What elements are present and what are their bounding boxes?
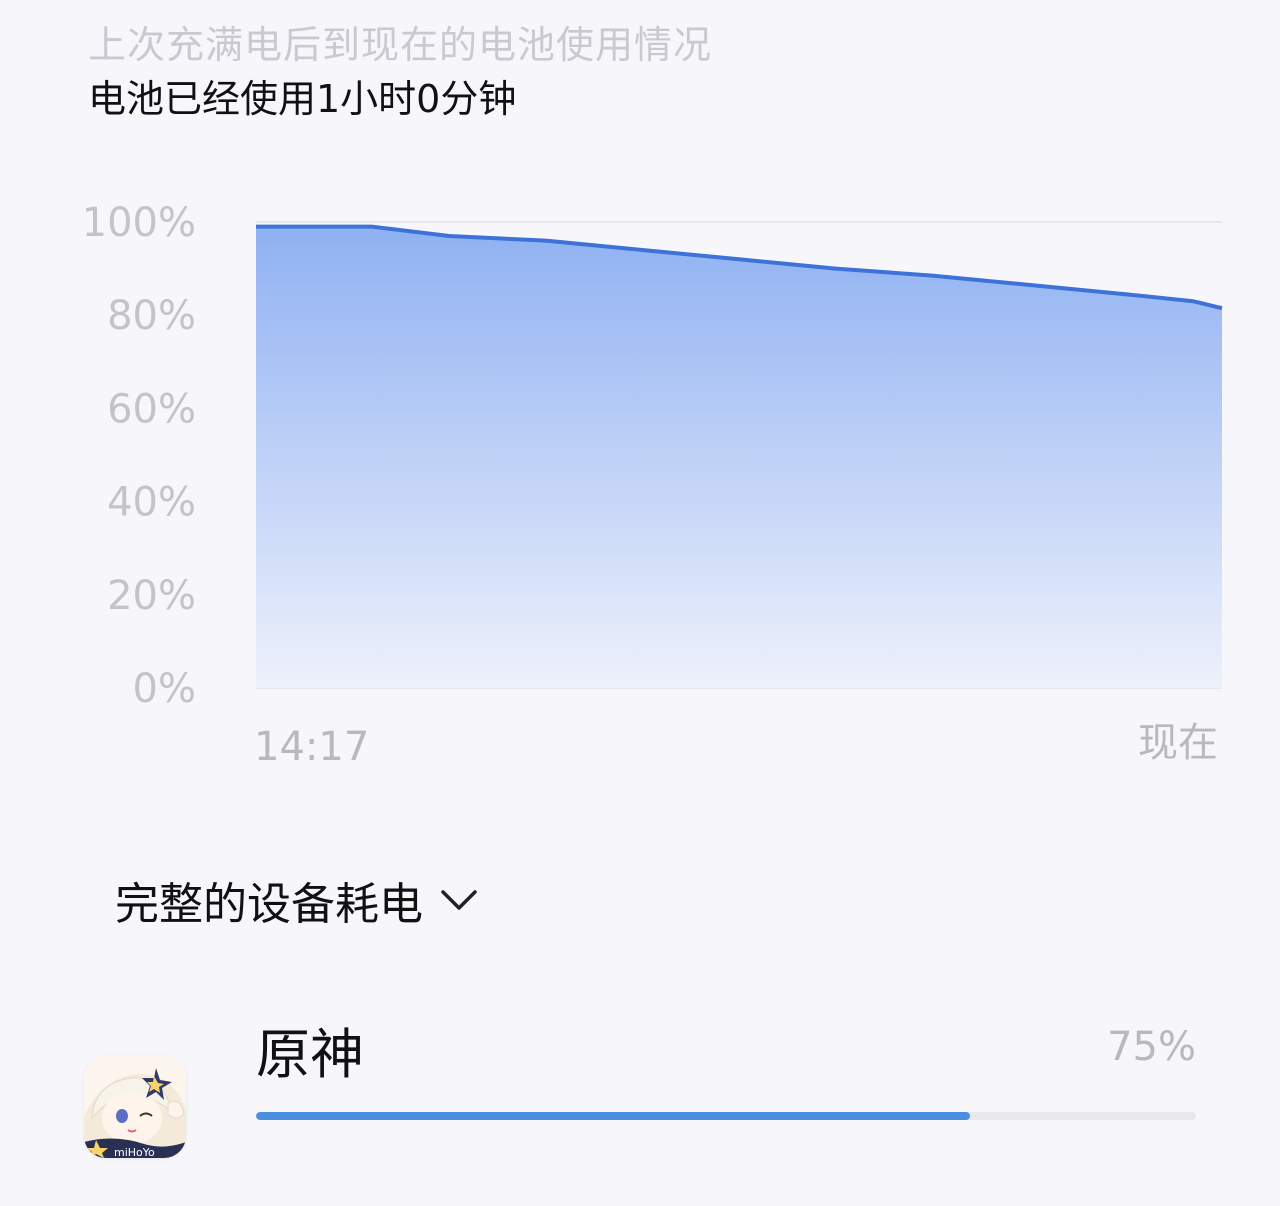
x-axis: 14:17 现在 xyxy=(254,720,1218,770)
app-usage-bar xyxy=(256,1112,1196,1120)
app-usage-percent: 75% xyxy=(1107,1024,1196,1070)
battery-area-fill xyxy=(256,226,1222,688)
device-usage-toggle-label: 完整的设备耗电 xyxy=(115,879,423,930)
chart-area-layer xyxy=(256,224,1223,688)
y-axis: 100% 80% 60% 40% 20% 0% xyxy=(82,200,196,712)
y-tick-label: 100% xyxy=(82,200,196,246)
battery-usage-summary: 电池已经使用1小时0分钟 xyxy=(88,77,517,121)
y-tick-label: 20% xyxy=(107,573,196,619)
y-tick-label: 60% xyxy=(107,386,196,432)
genshin-app-icon: miHoYo xyxy=(84,1056,186,1158)
app-name: 原神 xyxy=(256,1023,364,1086)
y-tick-label: 80% xyxy=(107,293,196,339)
x-tick-label-end: 现在 xyxy=(1138,720,1218,766)
y-tick-label: 0% xyxy=(133,666,196,712)
app-icon-brand-text: miHoYo xyxy=(114,1146,155,1158)
app-usage-bar-fill xyxy=(256,1112,971,1120)
battery-chart: 100% 80% 60% 40% 20% 0% 14:17 现在 xyxy=(0,180,1280,780)
battery-chart-svg: 100% 80% 60% 40% 20% 0% 14:17 现在 xyxy=(82,200,1223,770)
chevron-down-icon xyxy=(441,890,477,910)
page-subtitle: 上次充满电后到现在的电池使用情况 xyxy=(88,23,713,67)
y-tick-label: 40% xyxy=(107,480,196,526)
genshin-app-icon-art: miHoYo xyxy=(84,1056,186,1158)
x-tick-label-start: 14:17 xyxy=(254,724,369,770)
app-usage-row[interactable]: miHoYo 原神 75% xyxy=(0,1000,1280,1180)
device-usage-toggle[interactable]: 完整的设备耗电 xyxy=(115,868,481,932)
